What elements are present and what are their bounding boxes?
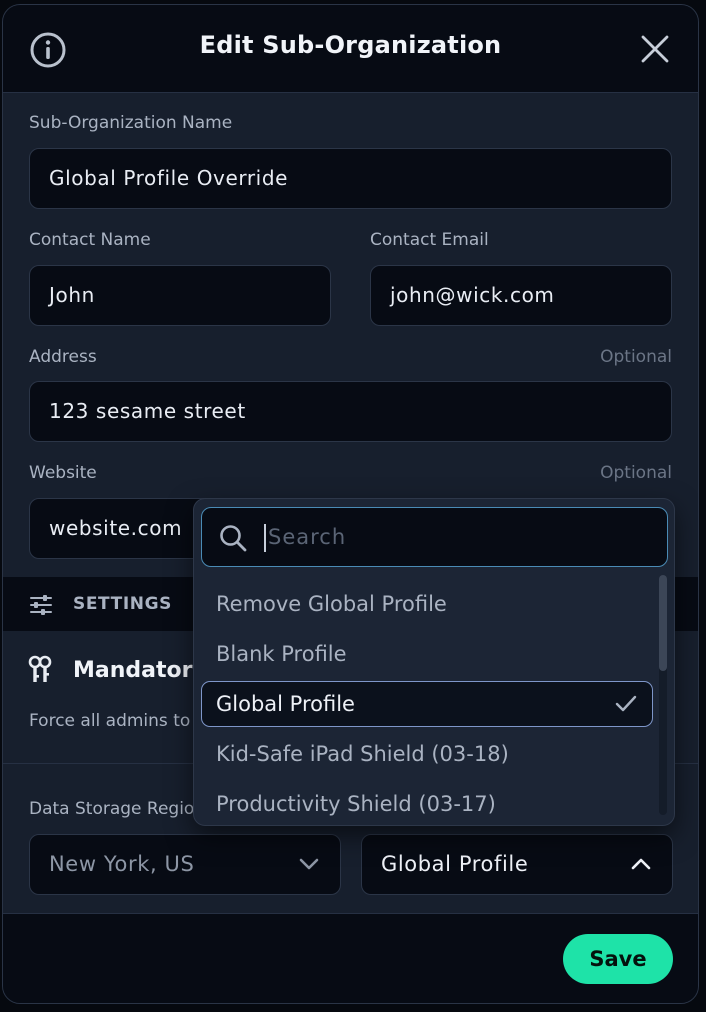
profile-dropdown: Remove Global Profile Blank Profile Glob… [193,498,675,826]
option-label: Kid-Safe iPad Shield (03-18) [216,742,509,766]
dropdown-option[interactable]: Productivity Shield (03-17) [201,781,653,825]
contact-email-input[interactable]: john@wick.com [370,265,672,326]
option-label: Remove Global Profile [216,592,447,616]
sub-org-name-input[interactable]: Global Profile Override [29,148,672,209]
data-storage-value: New York, US [49,852,195,876]
global-profile-value: Global Profile [381,852,529,876]
address-label: Address [29,347,97,367]
address-input[interactable]: 123 sesame street [29,381,672,442]
chevron-up-icon [631,858,651,870]
contact-email-label: Contact Email [370,230,489,250]
dropdown-option-selected[interactable]: Global Profile [201,681,653,727]
search-icon [220,525,247,552]
text-cursor [264,524,266,552]
modal-header: Edit Sub-Organization [3,5,698,93]
dropdown-option[interactable]: Remove Global Profile [201,581,653,627]
modal-title: Edit Sub-Organization [199,31,502,59]
contact-name-label: Contact Name [29,230,151,250]
global-profile-select[interactable]: Global Profile [361,834,673,895]
website-optional-hint: Optional [600,463,672,483]
option-label: Blank Profile [216,642,347,666]
mandatory-description: Force all admins to [29,711,191,731]
save-button[interactable]: Save [563,934,673,984]
search-input[interactable] [268,508,648,565]
dropdown-scrollbar[interactable] [659,575,667,815]
dropdown-option[interactable]: Kid-Safe iPad Shield (03-18) [201,731,653,777]
modal-footer: Save [3,913,698,1003]
mandatory-title: Mandatory [73,658,207,683]
option-label: Global Profile [216,692,355,716]
search-box[interactable] [201,507,668,567]
check-icon [615,695,637,712]
sliders-icon [30,595,52,615]
close-icon[interactable] [637,31,673,67]
edit-sub-org-modal: Edit Sub-Organization Sub-Organization N… [2,4,699,1004]
dropdown-option[interactable]: Blank Profile [201,631,653,677]
website-label: Website [29,463,97,483]
data-storage-select[interactable]: New York, US [29,834,341,895]
contact-name-input[interactable]: John [29,265,331,326]
option-label: Productivity Shield (03-17) [216,792,496,816]
scrollbar-thumb[interactable] [659,575,667,671]
sub-org-name-label: Sub-Organization Name [29,113,233,133]
data-storage-label: Data Storage Regio [29,799,195,819]
settings-section-label: SETTINGS [73,594,172,614]
keys-icon [28,655,52,682]
chevron-down-icon [299,858,319,870]
address-optional-hint: Optional [600,347,672,367]
